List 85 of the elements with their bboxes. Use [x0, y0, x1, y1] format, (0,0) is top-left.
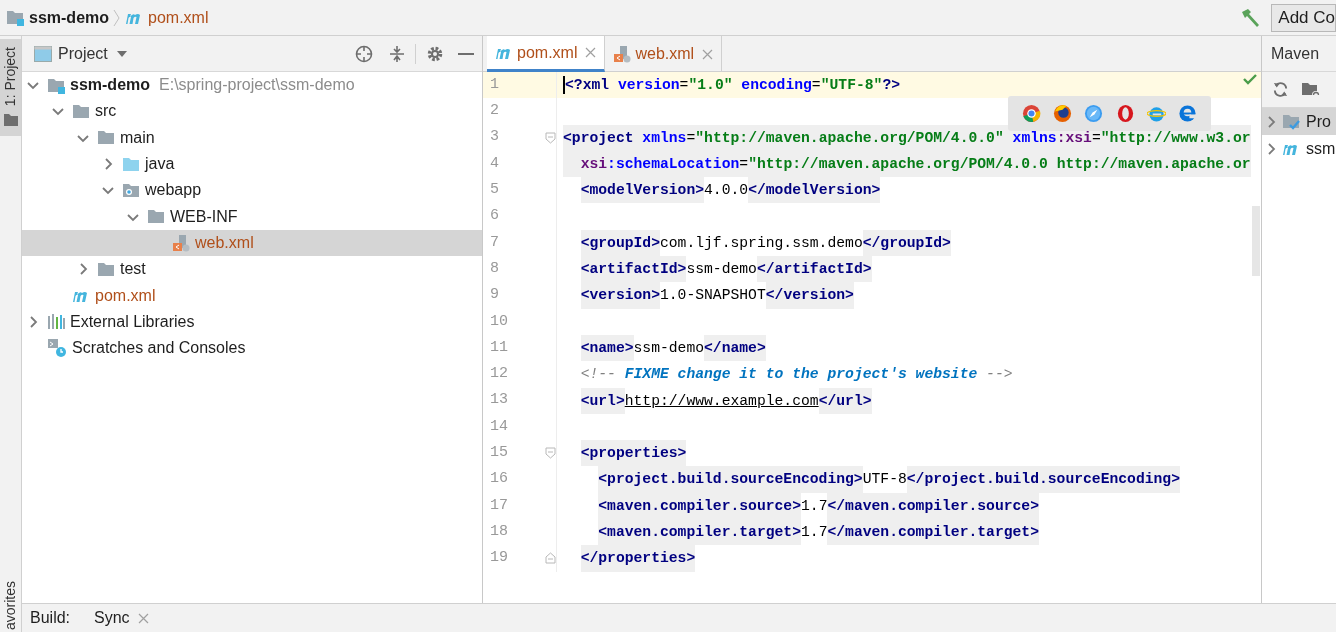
folder-icon	[122, 155, 140, 173]
xml-file-icon	[613, 45, 632, 63]
panel-icon	[34, 45, 52, 62]
panel-title[interactable]: Project	[58, 41, 108, 66]
collapse-icon[interactable]	[389, 44, 405, 63]
tree-item[interactable]: ssm	[1262, 135, 1336, 162]
close-icon	[585, 47, 597, 58]
folder-icon	[97, 260, 115, 278]
line-number: 6	[489, 206, 500, 227]
line-number: 17	[489, 495, 509, 516]
line-number: 4	[489, 153, 500, 174]
code-line: <artifactId>ssm-demo</artifactId>	[563, 256, 872, 283]
target-icon[interactable]	[355, 44, 373, 63]
browser-icon[interactable]	[1115, 104, 1135, 123]
xml-file-icon	[172, 233, 190, 252]
tool-window-tab[interactable]: 1: Project	[0, 39, 21, 137]
refresh-icon[interactable]	[1272, 81, 1289, 98]
line-number: 9	[489, 285, 500, 306]
tree-item[interactable]: Scratches and Consoles	[22, 334, 482, 362]
bottom-tab[interactable]: Sync	[94, 606, 149, 630]
scrollbar[interactable]	[1252, 206, 1260, 276]
settings-icon[interactable]	[426, 44, 444, 63]
line-number: 7	[489, 232, 500, 253]
line-number: 16	[489, 469, 509, 490]
line-number: 1	[489, 74, 500, 95]
code-line: <maven.compiler.target>1.7</maven.compiler.target>	[563, 519, 1039, 546]
close-icon	[702, 48, 714, 60]
code-line: <project.build.sourceEncoding>UTF-8</project.build.sourceEncoding>	[563, 466, 1180, 493]
panel-title: Maven	[1271, 43, 1320, 64]
libraries-icon	[47, 313, 65, 331]
code-line: <version>1.0-SNAPSHOT</version>	[563, 282, 854, 309]
tree-item[interactable]: java	[22, 150, 482, 178]
caret-icon[interactable]	[115, 49, 128, 58]
scratches-icon	[47, 338, 67, 359]
chevron-icon	[113, 8, 122, 27]
browser-icon[interactable]	[1053, 104, 1073, 123]
check-icon	[1243, 73, 1257, 85]
tree-item[interactable]: src	[22, 98, 482, 125]
tree-item[interactable]: WEB-INF	[22, 203, 482, 230]
code-line: <name>ssm-demo</name>	[563, 334, 766, 362]
line-number: 10	[489, 311, 509, 332]
tool-window-tab[interactable]: avorites	[0, 576, 21, 632]
line-number: 15	[489, 443, 509, 464]
code-line: <maven.compiler.source>1.7</maven.compiler.source>	[563, 492, 1039, 520]
line-number: 11	[489, 337, 509, 358]
tree-item[interactable]: External Libraries	[22, 308, 482, 335]
code-line: <modelVersion>4.0.0</modelVersion>	[563, 177, 881, 204]
tree-item[interactable]: web.xml	[22, 229, 482, 257]
tree-item[interactable]: main	[22, 124, 482, 151]
code-line: <!-- FIXME change it to the project's website -->	[579, 365, 1013, 385]
line-number: 2	[489, 101, 500, 122]
line-number: 19	[489, 548, 509, 569]
line-number: 13	[489, 390, 509, 411]
module-folder-icon	[6, 9, 24, 26]
code-line: <groupId>com.ljf.spring.ssm.demo</groupId>	[563, 229, 951, 257]
browser-icon[interactable]	[1177, 104, 1197, 123]
web-folder-icon	[122, 181, 140, 199]
build-label: Build:	[30, 608, 71, 628]
line-number: 3	[489, 127, 500, 148]
line-number: 8	[489, 258, 500, 279]
text-cursor	[563, 76, 565, 95]
editor-tab[interactable]: pom.xml	[487, 36, 606, 72]
tree-item[interactable]: webapp	[22, 177, 482, 204]
line-number: 12	[489, 364, 509, 385]
code-line: <?xml version="1.0" encoding="UTF-8"?>	[565, 76, 901, 95]
tree-item[interactable]: ssm-demo E:\spring-project\ssm-demo	[22, 72, 482, 99]
folder-icon	[147, 208, 165, 226]
line-number: 18	[489, 521, 509, 542]
close-icon	[137, 612, 149, 624]
breadcrumb-item[interactable]: pom.xml	[148, 5, 209, 30]
module-folder-icon	[47, 76, 65, 94]
folder-icon	[97, 129, 115, 147]
line-number: 5	[489, 180, 500, 201]
folder-check-icon	[1282, 113, 1300, 130]
browser-icon[interactable]	[1022, 104, 1042, 123]
hammer-icon[interactable]	[1239, 7, 1262, 28]
code-line: <url>http://www.example.com</url>	[563, 387, 872, 414]
tree-item[interactable]: test	[22, 256, 482, 283]
line-number: 14	[489, 416, 509, 437]
add-configuration-button[interactable]: Add Co	[1271, 3, 1336, 32]
breadcrumb-item[interactable]: ssm-demo	[29, 5, 110, 30]
tree-item[interactable]: Pro	[1262, 108, 1336, 135]
folder-icon	[72, 102, 90, 120]
folder-icon	[2, 112, 19, 129]
tree-item[interactable]: pom.xml	[22, 282, 482, 309]
